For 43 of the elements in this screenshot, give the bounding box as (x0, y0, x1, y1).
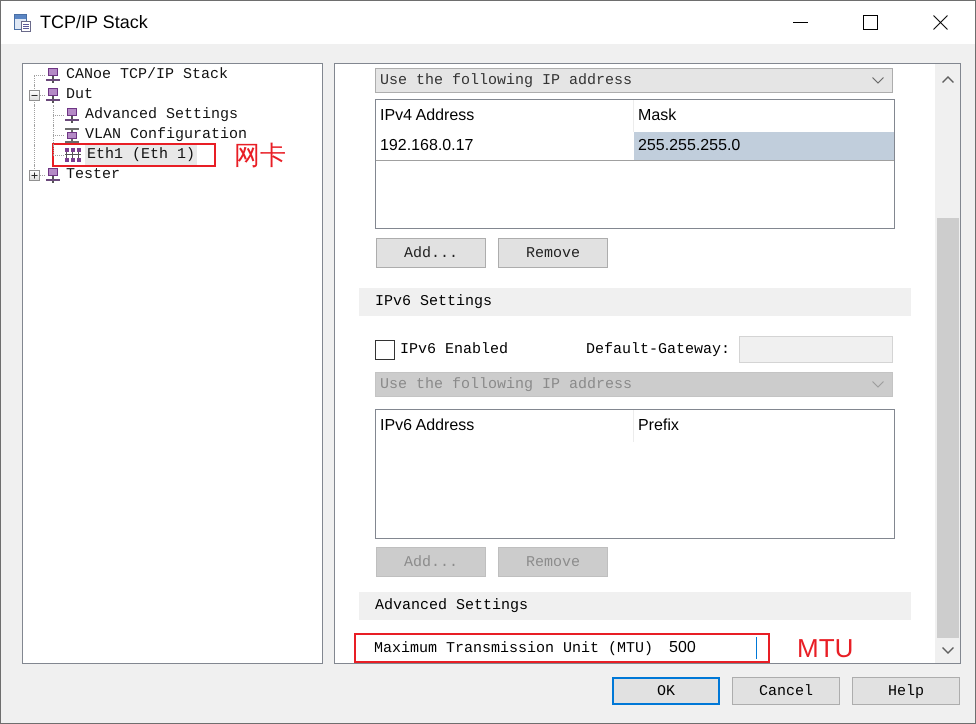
help-button[interactable]: Help (852, 677, 960, 705)
column-header: IPv4 Address (376, 100, 634, 132)
tree-item[interactable]: Dut (64, 85, 96, 105)
checkbox[interactable] (375, 340, 395, 360)
field-label: Maximum Transmission Unit (MTU) (374, 640, 654, 656)
column-header: Mask (637, 106, 678, 126)
add-button[interactable]: Add... (376, 238, 486, 268)
table-cell[interactable]: 192.168.0.17 (376, 132, 634, 160)
tree-item[interactable]: Advanced Settings (83, 105, 240, 125)
device-icon (65, 128, 79, 142)
tree-item[interactable]: Tester (64, 165, 122, 185)
computer-icon (46, 168, 60, 182)
column-header: Prefix (637, 416, 680, 436)
mtu-field[interactable]: 500 (659, 637, 758, 659)
column-header: IPv6 Address (376, 410, 634, 442)
remove-button[interactable]: Remove (498, 238, 608, 268)
minimize-icon (792, 22, 808, 23)
maximize-icon (862, 15, 878, 30)
expander-icon[interactable] (29, 170, 40, 181)
computer-icon (46, 88, 60, 102)
field-label: Default-Gateway: (586, 341, 730, 358)
annotation-label: MTU (797, 633, 854, 663)
cancel-button[interactable]: Cancel (732, 677, 840, 705)
ok-button[interactable]: OK (612, 677, 720, 705)
window-title: TCP/IP Stack (40, 12, 148, 33)
scroll-up-icon[interactable] (942, 76, 954, 83)
tree-item[interactable]: CANoe TCP/IP Stack (64, 65, 230, 85)
network-icon (65, 148, 81, 162)
scroll-down-icon[interactable] (942, 647, 954, 654)
checkbox-label: IPv6 Enabled (400, 341, 508, 358)
section-header: Advanced Settings (359, 592, 911, 620)
table-cell[interactable]: 255.255.255.0 (634, 132, 894, 160)
section-header: IPv6 Settings (359, 288, 911, 316)
expander-icon[interactable] (29, 90, 40, 101)
address-mode-dropdown[interactable]: Use the following IP address (375, 68, 893, 93)
chevron-down-icon (872, 77, 884, 84)
close-icon (932, 15, 948, 30)
tree-item[interactable]: Eth1 (Eth 1) (85, 145, 198, 165)
scrollbar-thumb[interactable] (936, 218, 958, 638)
chevron-down-icon (872, 381, 884, 388)
computer-icon (65, 108, 79, 122)
computer-icon (46, 68, 60, 82)
window-icon (14, 14, 31, 32)
